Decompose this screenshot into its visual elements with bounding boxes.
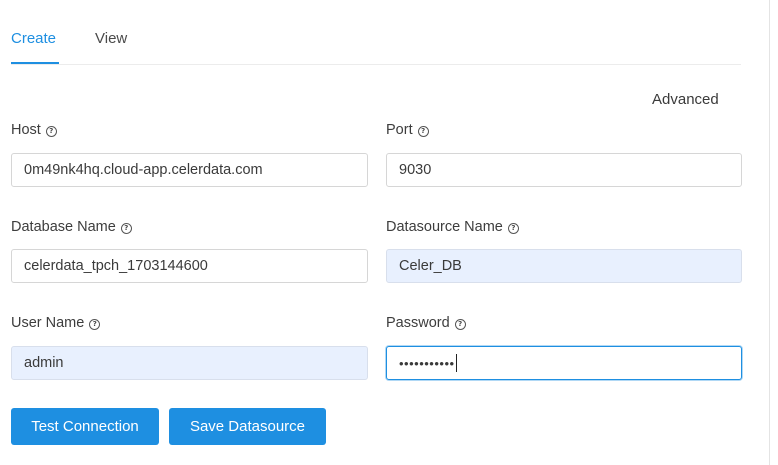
database-name-input[interactable]: celerdata_tpch_1703144600 (11, 249, 368, 283)
datasource-name-label-text: Datasource Name (386, 219, 503, 235)
database-name-label: Database Name ? (11, 219, 132, 235)
help-icon[interactable]: ? (89, 319, 101, 330)
help-icon[interactable]: ? (417, 126, 429, 137)
tab-view[interactable]: View (95, 30, 127, 47)
password-value: ••••••••••• (399, 355, 455, 371)
host-value: 0m49nk4hq.cloud-app.celerdata.com (24, 162, 263, 178)
port-label-text: Port (386, 122, 413, 138)
host-input[interactable]: 0m49nk4hq.cloud-app.celerdata.com (11, 153, 368, 187)
advanced-link[interactable]: Advanced (652, 91, 719, 108)
tab-create[interactable]: Create (11, 30, 56, 47)
password-label: Password ? (386, 315, 466, 331)
test-connection-button[interactable]: Test Connection (11, 408, 159, 445)
port-value: 9030 (399, 162, 432, 178)
save-datasource-button[interactable]: Save Datasource (169, 408, 326, 445)
tab-bar: Create View (11, 28, 741, 65)
database-name-value: celerdata_tpch_1703144600 (24, 258, 208, 274)
user-name-label: User Name ? (11, 315, 101, 331)
user-name-label-text: User Name (11, 315, 85, 331)
database-name-label-text: Database Name (11, 219, 116, 235)
port-label: Port ? (386, 122, 429, 138)
text-caret (455, 354, 457, 372)
window-edge-divider (769, 0, 770, 465)
user-name-input[interactable]: admin (11, 346, 368, 380)
help-icon[interactable]: ? (507, 223, 519, 234)
password-label-text: Password (386, 315, 450, 331)
host-label: Host ? (11, 122, 57, 138)
host-label-text: Host (11, 122, 41, 138)
datasource-name-label: Datasource Name ? (386, 219, 519, 235)
help-icon[interactable]: ? (454, 319, 466, 330)
port-input[interactable]: 9030 (386, 153, 742, 187)
password-input[interactable]: ••••••••••• (386, 346, 742, 380)
active-tab-indicator (11, 62, 59, 64)
datasource-name-value: Celer_DB (399, 258, 462, 274)
help-icon[interactable]: ? (45, 126, 57, 137)
user-name-value: admin (24, 355, 64, 371)
help-icon[interactable]: ? (120, 223, 132, 234)
datasource-name-input[interactable]: Celer_DB (386, 249, 742, 283)
